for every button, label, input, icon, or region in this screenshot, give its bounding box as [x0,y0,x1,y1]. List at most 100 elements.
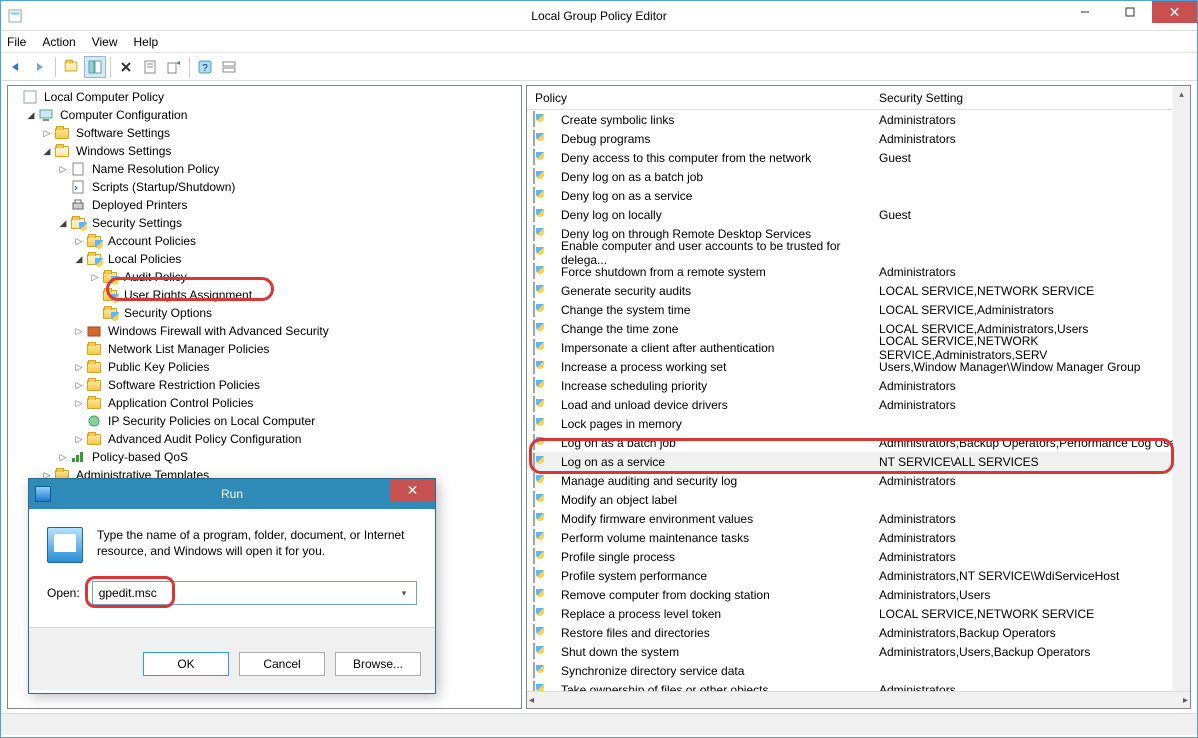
policy-row[interactable]: Restore files and directoriesAdministrat… [527,623,1190,642]
tree-user-rights-assignment[interactable]: User Rights Assignment [8,286,521,304]
menu-action[interactable]: Action [42,35,75,49]
policy-tree[interactable]: Local Computer Policy ◢Computer Configur… [8,86,521,486]
folder-icon [86,377,102,393]
policy-row[interactable]: Take ownership of files or other objects… [527,680,1190,691]
policy-row[interactable]: Generate security auditsLOCAL SERVICE,NE… [527,281,1190,300]
policy-setting: Administrators [875,398,1190,412]
policy-row[interactable]: Profile system performanceAdministrators… [527,566,1190,585]
tree-account-policies[interactable]: ▷Account Policies [8,232,521,250]
column-setting[interactable]: Security Setting [875,91,1190,105]
tree-network-list[interactable]: Network List Manager Policies [8,340,521,358]
policy-name: Shut down the system [553,645,875,659]
tree-name-resolution[interactable]: ▷Name Resolution Policy [8,160,521,178]
menu-help[interactable]: Help [134,35,159,49]
policy-row[interactable]: Deny log on locallyGuest [527,205,1190,224]
policy-row[interactable]: Debug programsAdministrators [527,129,1190,148]
tree-ip-security[interactable]: IP Security Policies on Local Computer [8,412,521,430]
help-button[interactable]: ? [194,56,216,78]
policy-row[interactable]: Remove computer from docking stationAdmi… [527,585,1190,604]
run-cancel-button[interactable]: Cancel [239,652,325,676]
folder-icon [86,359,102,375]
tree-scripts[interactable]: Scripts (Startup/Shutdown) [8,178,521,196]
run-ok-button[interactable]: OK [143,652,229,676]
horizontal-scrollbar[interactable]: ◂▸ [527,691,1190,708]
properties-button[interactable] [139,56,161,78]
show-tree-button[interactable] [84,56,106,78]
policy-item-icon [533,416,549,432]
policy-item-icon [533,435,549,451]
policy-row[interactable]: Deny log on as a batch job [527,167,1190,186]
export-button[interactable] [163,56,185,78]
policy-name: Modify firmware environment values [553,512,875,526]
scroll-up-icon[interactable]: ▴ [1173,86,1190,103]
policy-row[interactable]: Increase scheduling priorityAdministrato… [527,376,1190,395]
policy-name: Restore files and directories [553,626,875,640]
tree-audit-policy[interactable]: ▷Audit Policy [8,268,521,286]
toolbar-separator [110,57,111,77]
policy-row[interactable]: Manage auditing and security logAdminist… [527,471,1190,490]
policy-row[interactable]: Impersonate a client after authenticatio… [527,338,1190,357]
tree-application-control[interactable]: ▷Application Control Policies [8,394,521,412]
tree-root[interactable]: Local Computer Policy [8,88,521,106]
filter-button[interactable] [218,56,240,78]
tree-advanced-audit[interactable]: ▷Advanced Audit Policy Configuration [8,430,521,448]
tree-windows-settings[interactable]: ◢Windows Settings [8,142,521,160]
up-button[interactable] [60,56,82,78]
policy-name: Manage auditing and security log [553,474,875,488]
tree-local-policies[interactable]: ◢Local Policies [8,250,521,268]
policy-name: Change the system time [553,303,875,317]
minimize-button[interactable] [1062,1,1107,23]
policy-row[interactable]: Deny log on as a service [527,186,1190,205]
folder-icon [86,395,102,411]
folder-icon [54,143,70,159]
column-policy[interactable]: Policy [527,91,875,105]
folder-icon [86,431,102,447]
policy-item-icon [533,682,549,692]
forward-button[interactable] [29,56,51,78]
maximize-button[interactable] [1107,1,1152,23]
policy-row[interactable]: Synchronize directory service data [527,661,1190,680]
policy-row[interactable]: Shut down the systemAdministrators,Users… [527,642,1190,661]
close-button[interactable]: ✕ [1152,1,1197,23]
tree-security-settings[interactable]: ◢Security Settings [8,214,521,232]
policy-setting: Administrators [875,550,1190,564]
policy-setting: Administrators [875,474,1190,488]
policy-row[interactable]: Replace a process level tokenLOCAL SERVI… [527,604,1190,623]
policy-row[interactable]: Log on as a serviceNT SERVICE\ALL SERVIC… [527,452,1190,471]
tree-deployed-printers[interactable]: Deployed Printers [8,196,521,214]
run-input[interactable] [97,585,396,601]
policy-row[interactable]: Increase a process working setUsers,Wind… [527,357,1190,376]
policy-row[interactable]: Load and unload device driversAdministra… [527,395,1190,414]
scripts-icon [70,179,86,195]
policy-setting: LOCAL SERVICE,NETWORK SERVICE,Administra… [875,334,1190,362]
delete-button[interactable] [115,56,137,78]
run-browse-button[interactable]: Browse... [335,652,421,676]
menu-view[interactable]: View [92,35,118,49]
vertical-scrollbar[interactable]: ▴ [1173,86,1190,691]
policy-setting: Administrators [875,512,1190,526]
policy-row[interactable]: Create symbolic linksAdministrators [527,110,1190,129]
tree-policy-qos[interactable]: ▷Policy-based QoS [8,448,521,466]
policy-row[interactable]: Perform volume maintenance tasksAdminist… [527,528,1190,547]
dropdown-icon[interactable]: ▾ [396,588,412,599]
policy-list[interactable]: Create symbolic linksAdministratorsDebug… [527,110,1190,691]
tree-software-settings[interactable]: ▷Software Settings [8,124,521,142]
policy-row[interactable]: Change the system timeLOCAL SERVICE,Admi… [527,300,1190,319]
tree-security-options[interactable]: Security Options [8,304,521,322]
tree-windows-firewall[interactable]: ▷Windows Firewall with Advanced Security [8,322,521,340]
run-close-button[interactable]: ✕ [390,479,435,501]
tree-computer-config[interactable]: ◢Computer Configuration [8,106,521,124]
menu-file[interactable]: File [7,35,26,49]
policy-row[interactable]: Profile single processAdministrators [527,547,1190,566]
policy-row[interactable]: Lock pages in memory [527,414,1190,433]
policy-row[interactable]: Deny access to this computer from the ne… [527,148,1190,167]
policy-row[interactable]: Modify an object label [527,490,1190,509]
tree-software-restriction[interactable]: ▷Software Restriction Policies [8,376,521,394]
policy-row[interactable]: Modify firmware environment valuesAdmini… [527,509,1190,528]
policy-row[interactable]: Force shutdown from a remote systemAdmin… [527,262,1190,281]
window-controls: ✕ [1062,1,1197,23]
policy-row[interactable]: Log on as a batch jobAdministrators,Back… [527,433,1190,452]
back-button[interactable] [5,56,27,78]
tree-public-key[interactable]: ▷Public Key Policies [8,358,521,376]
policy-row[interactable]: Enable computer and user accounts to be … [527,243,1190,262]
